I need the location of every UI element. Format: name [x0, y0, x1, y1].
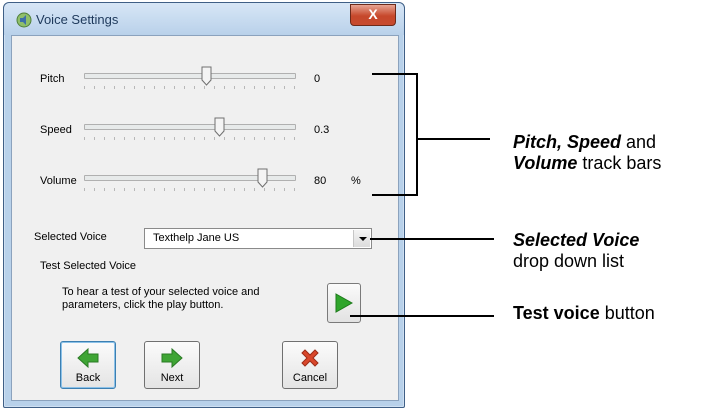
volume-label: Volume [40, 175, 77, 187]
callout-line-volume [372, 194, 418, 196]
callout-test: Test voice button [513, 303, 655, 324]
voice-settings-window: Voice Settings X Pitch 0 Speed 0.3 Volum… [3, 2, 405, 408]
pitch-track[interactable] [84, 73, 296, 79]
volume-thumb[interactable] [257, 168, 268, 188]
next-button[interactable]: Next [144, 341, 200, 389]
arrow-right-icon [161, 347, 183, 369]
callout-dropdown-bold: Selected Voice [513, 230, 640, 250]
pitch-label: Pitch [40, 73, 65, 85]
callout-bracket [416, 73, 418, 196]
callout-test-bold: Test voice [513, 303, 600, 323]
pitch-ticks [84, 86, 296, 89]
callout-line-trackbars [418, 138, 490, 140]
callout-line-pitch [372, 73, 418, 75]
pitch-value: 0 [314, 73, 321, 85]
speed-ticks [84, 137, 296, 140]
cancel-x-icon [301, 349, 319, 367]
selected-voice-value: Texthelp Jane US [153, 232, 240, 244]
arrow-left-icon [77, 347, 99, 369]
callout-trackbars-rest: track bars [577, 153, 662, 173]
close-button[interactable]: X [350, 4, 396, 26]
cancel-button[interactable]: Cancel [282, 341, 338, 389]
callout-test-rest: button [599, 303, 655, 323]
close-icon: X [368, 6, 378, 22]
dialog-body: Pitch 0 Speed 0.3 Volume 80 % Selected V… [11, 35, 399, 401]
test-voice-description: To hear a test of your selected voice an… [62, 286, 260, 311]
title-bar: Voice Settings X [4, 3, 404, 35]
next-label: Next [160, 372, 184, 384]
selected-voice-label: Selected Voice [34, 231, 107, 243]
window-title: Voice Settings [36, 12, 119, 27]
play-button[interactable] [327, 283, 361, 323]
callout-trackbars-and: and [621, 132, 657, 152]
callout-trackbars-bold2: Volume [513, 153, 578, 173]
callout-dropdown-rest: drop down list [513, 251, 625, 271]
speed-label: Speed [40, 124, 72, 136]
test-voice-heading: Test Selected Voice [40, 260, 137, 272]
speed-value: 0.3 [314, 124, 330, 136]
speaker-app-icon [16, 12, 32, 28]
volume-ticks [84, 188, 296, 191]
callout-line-test [350, 315, 494, 317]
selected-voice-dropdown[interactable]: Texthelp Jane US [144, 228, 372, 249]
speed-track[interactable] [84, 124, 296, 130]
volume-unit: % [351, 175, 361, 187]
speed-thumb[interactable] [214, 117, 225, 137]
chevron-down-icon[interactable] [353, 230, 370, 247]
back-label: Back [75, 372, 101, 384]
cancel-label: Cancel [292, 372, 328, 384]
callout-trackbars-bold1: Pitch, Speed [513, 132, 622, 152]
pitch-thumb[interactable] [201, 66, 212, 86]
callout-line-dropdown [370, 238, 494, 240]
volume-value: 80 [314, 175, 327, 187]
callout-trackbars: Pitch, Speed and Volume track bars [513, 132, 661, 174]
back-button[interactable]: Back [60, 341, 116, 389]
callout-dropdown: Selected Voice drop down list [513, 230, 639, 272]
play-icon [335, 293, 353, 313]
